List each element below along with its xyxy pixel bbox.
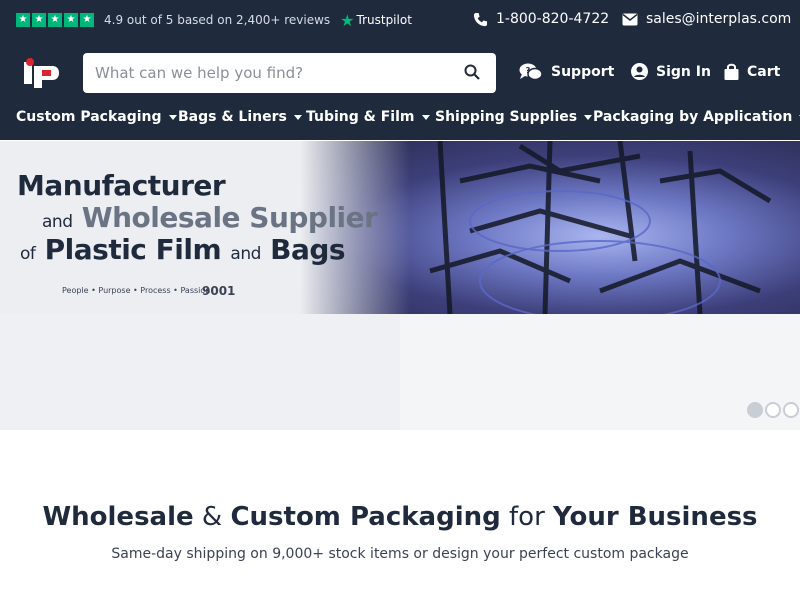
- search-bar: [83, 53, 496, 93]
- phone-icon: [473, 12, 488, 26]
- caret-down-icon: [584, 114, 593, 120]
- carousel-dots: [747, 402, 799, 418]
- nav-item-label: Shipping Supplies: [435, 109, 578, 125]
- heading-ampersand: &: [201, 502, 223, 532]
- star-icon: ★: [32, 13, 46, 27]
- hero-lower-right: [400, 314, 800, 430]
- nav-item-custom-packaging[interactable]: Custom Packaging: [16, 109, 177, 125]
- hero-tagline: People • Purpose • Process • Passion: [62, 286, 211, 295]
- trustpilot-label: Trustpilot: [356, 13, 412, 27]
- heading-wholesale: Wholesale: [42, 502, 194, 532]
- hero-line-1: Manufacturer: [17, 169, 226, 202]
- rating-text[interactable]: 4.9 out of 5 based on 2,400+ reviews: [104, 13, 330, 27]
- heading-for: for: [509, 502, 545, 532]
- nav-item-label: Packaging by Application: [593, 109, 793, 125]
- iso-number: 9001: [202, 284, 236, 298]
- caret-down-icon: [168, 114, 177, 120]
- carousel-dot-1[interactable]: [747, 402, 763, 418]
- heading-your-business: Your Business: [553, 502, 758, 532]
- hero-banner[interactable]: Manufacturer and Wholesale Supplier of P…: [0, 141, 800, 430]
- hero-word-and: and: [42, 212, 73, 232]
- hero-lower-area: [0, 314, 800, 430]
- interplas-logo[interactable]: [24, 58, 60, 88]
- sign-in-label: Sign In: [656, 63, 711, 80]
- nav-item-label: Custom Packaging: [16, 109, 162, 125]
- phone-number: 1-800-820-4722: [496, 11, 610, 27]
- nav-item-label: Tubing & Film: [306, 109, 415, 125]
- envelope-icon: [622, 13, 638, 25]
- nav-item-label: Bags & Liners: [178, 109, 287, 125]
- hero-line-2: and Wholesale Supplier: [42, 201, 378, 234]
- carousel-dot-2[interactable]: [765, 402, 781, 418]
- rating-stars[interactable]: ★ ★ ★ ★ ★: [16, 13, 94, 27]
- email-link[interactable]: sales@interplas.com: [622, 11, 791, 27]
- trustpilot-star-icon: ★: [340, 10, 355, 30]
- hero-bags: Bags: [270, 233, 346, 266]
- email-address: sales@interplas.com: [646, 11, 792, 27]
- support-label: Support: [551, 64, 615, 80]
- phone-link[interactable]: 1-800-820-4722: [473, 11, 609, 27]
- chat-bubbles-icon: ?: [519, 63, 543, 81]
- carousel-dot-3[interactable]: [783, 402, 799, 418]
- cart-label: Cart: [747, 63, 781, 80]
- heading-custom-packaging: Custom Packaging: [230, 502, 501, 532]
- hero-word-of: of: [20, 244, 36, 264]
- star-icon: ★: [64, 13, 78, 27]
- nav-item-tubing-film[interactable]: Tubing & Film: [306, 109, 430, 125]
- top-bar: ★ ★ ★ ★ ★ 4.9 out of 5 based on 2,400+ r…: [0, 0, 800, 40]
- shopping-bag-icon: [724, 63, 739, 80]
- support-link[interactable]: ? Support: [519, 63, 614, 81]
- caret-down-icon: [421, 114, 430, 120]
- nav-item-shipping-supplies[interactable]: Shipping Supplies: [435, 109, 593, 125]
- user-circle-icon: [631, 63, 648, 80]
- sign-in-link[interactable]: Sign In: [631, 63, 711, 80]
- hero-wholesale-supplier: Wholesale Supplier: [81, 201, 378, 234]
- search-icon[interactable]: [464, 64, 480, 80]
- star-icon: ★: [16, 13, 30, 27]
- nav-item-bags-liners[interactable]: Bags & Liners: [178, 109, 302, 125]
- section-subtitle: Same-day shipping on 9,000+ stock items …: [111, 546, 689, 562]
- hero-plastic-film: Plastic Film: [44, 233, 222, 266]
- section-heading: Wholesale & Custom Packaging for Your Bu…: [0, 502, 800, 532]
- search-input[interactable]: [95, 64, 435, 82]
- hero-word-and-2: and: [230, 244, 261, 264]
- trustpilot-logo[interactable]: ★ Trustpilot: [340, 11, 412, 30]
- caret-down-icon: [293, 114, 302, 120]
- cart-link[interactable]: Cart: [724, 63, 780, 80]
- star-icon: ★: [48, 13, 62, 27]
- star-icon: ★: [80, 13, 94, 27]
- hero-line-3: of Plastic Film and Bags: [20, 233, 346, 266]
- iso-badge: 9001: [202, 284, 235, 298]
- svg-text:?: ?: [526, 66, 531, 75]
- nav-item-packaging-by-application[interactable]: Packaging by Application: [593, 109, 800, 125]
